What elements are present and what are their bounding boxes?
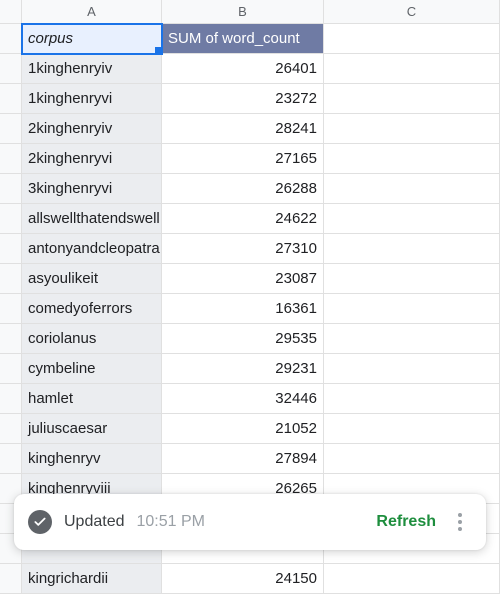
status-toast: Updated 10:51 PM Refresh <box>14 494 486 550</box>
cell-value[interactable]: 29231 <box>162 354 324 384</box>
cell-corpus[interactable]: hamlet <box>22 384 162 414</box>
row-header[interactable] <box>0 234 22 264</box>
cell-corpus[interactable]: 2kinghenryvi <box>22 144 162 174</box>
cell-value[interactable]: 26288 <box>162 174 324 204</box>
row-header[interactable] <box>0 204 22 234</box>
pivot-header-corpus[interactable]: corpus <box>22 24 162 54</box>
cell-empty[interactable] <box>324 354 500 384</box>
row-header[interactable] <box>0 264 22 294</box>
pivot-header-sum[interactable]: SUM of word_count <box>162 24 324 54</box>
status-text: Updated <box>64 513 125 531</box>
cell-empty[interactable] <box>324 294 500 324</box>
column-header-c[interactable]: C <box>324 0 500 24</box>
cell-value[interactable]: 23087 <box>162 264 324 294</box>
cell-value[interactable]: 26401 <box>162 54 324 84</box>
status-time: 10:51 PM <box>137 513 205 531</box>
cell-empty[interactable] <box>324 234 500 264</box>
cell-value[interactable]: 27894 <box>162 444 324 474</box>
cell-empty[interactable] <box>324 84 500 114</box>
cell-value[interactable]: 27165 <box>162 144 324 174</box>
cell-empty[interactable] <box>324 564 500 594</box>
row-header[interactable] <box>0 564 22 594</box>
cell-value[interactable]: 24622 <box>162 204 324 234</box>
cell-empty[interactable] <box>324 444 500 474</box>
cell-value[interactable]: 28241 <box>162 114 324 144</box>
refresh-button[interactable]: Refresh <box>376 513 436 531</box>
row-header[interactable] <box>0 84 22 114</box>
cell-value[interactable]: 27310 <box>162 234 324 264</box>
cell-empty[interactable] <box>324 144 500 174</box>
row-header[interactable] <box>0 144 22 174</box>
row-header[interactable] <box>0 384 22 414</box>
select-all-corner[interactable] <box>0 0 22 24</box>
cell-corpus[interactable]: cymbeline <box>22 354 162 384</box>
cell-corpus[interactable]: 2kinghenryiv <box>22 114 162 144</box>
cell-empty[interactable] <box>324 384 500 414</box>
cell-empty[interactable] <box>324 324 500 354</box>
cell-corpus[interactable]: 1kinghenryvi <box>22 84 162 114</box>
row-header[interactable] <box>0 294 22 324</box>
row-header[interactable] <box>0 114 22 144</box>
cell-empty[interactable] <box>324 174 500 204</box>
row-header[interactable] <box>0 24 22 54</box>
cell-corpus[interactable]: coriolanus <box>22 324 162 354</box>
cell-corpus[interactable]: juliuscaesar <box>22 414 162 444</box>
cell-empty[interactable] <box>324 24 500 54</box>
cell-empty[interactable] <box>324 414 500 444</box>
cell-value[interactable]: 23272 <box>162 84 324 114</box>
cell-corpus[interactable]: allswellthatendswell <box>22 204 162 234</box>
more-options-icon[interactable] <box>448 513 472 531</box>
cell-corpus[interactable]: kingrichardii <box>22 564 162 594</box>
cell-corpus[interactable]: asyoulikeit <box>22 264 162 294</box>
row-header[interactable] <box>0 414 22 444</box>
cell-corpus[interactable]: 3kinghenryvi <box>22 174 162 204</box>
check-icon <box>28 510 52 534</box>
row-header[interactable] <box>0 54 22 84</box>
cell-empty[interactable] <box>324 54 500 84</box>
column-header-a[interactable]: A <box>22 0 162 24</box>
cell-empty[interactable] <box>324 114 500 144</box>
cell-corpus[interactable]: antonyandcleopatra <box>22 234 162 264</box>
cell-value[interactable]: 29535 <box>162 324 324 354</box>
row-header[interactable] <box>0 444 22 474</box>
cell-value[interactable]: 24150 <box>162 564 324 594</box>
cell-corpus[interactable]: comedyoferrors <box>22 294 162 324</box>
cell-value[interactable]: 32446 <box>162 384 324 414</box>
cell-value[interactable]: 21052 <box>162 414 324 444</box>
row-header[interactable] <box>0 324 22 354</box>
row-header[interactable] <box>0 354 22 384</box>
cell-corpus[interactable]: kinghenryv <box>22 444 162 474</box>
row-header[interactable] <box>0 174 22 204</box>
cell-value[interactable]: 16361 <box>162 294 324 324</box>
cell-empty[interactable] <box>324 264 500 294</box>
cell-empty[interactable] <box>324 204 500 234</box>
cell-corpus[interactable]: 1kinghenryiv <box>22 54 162 84</box>
column-header-b[interactable]: B <box>162 0 324 24</box>
